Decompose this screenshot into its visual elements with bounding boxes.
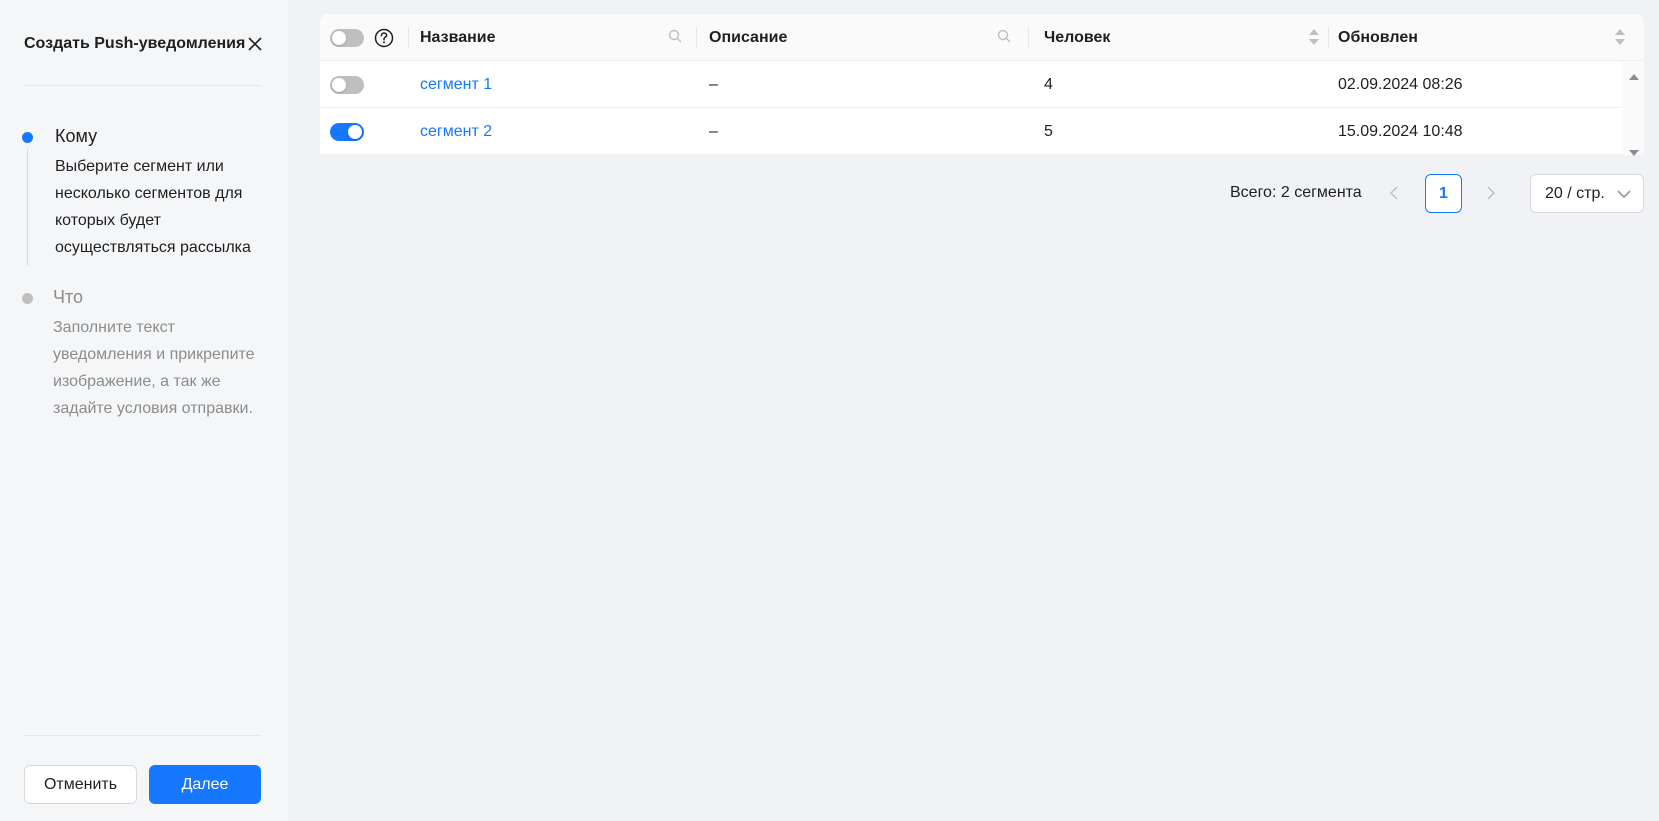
step-wait-dot-icon — [22, 293, 33, 304]
row-select-switch[interactable] — [330, 122, 364, 141]
table-row[interactable]: сегмент 2 – 5 15.09.2024 10:48 — [320, 108, 1644, 155]
row-select-cell — [330, 61, 364, 108]
table-scrollbar[interactable] — [1622, 61, 1644, 156]
column-header-description: Описание — [709, 14, 1019, 61]
column-label: Описание — [709, 28, 788, 46]
column-header-name: Название — [420, 14, 690, 61]
segments-table: Название Описание Человек Обновлен сегме… — [320, 14, 1644, 156]
next-page-icon[interactable] — [1481, 182, 1501, 204]
sort-icon[interactable] — [1614, 28, 1626, 51]
divider — [24, 85, 261, 86]
scroll-up-icon[interactable] — [1629, 67, 1639, 85]
chevron-down-icon — [1617, 187, 1631, 206]
segment-description: – — [709, 75, 718, 93]
page-number-button[interactable]: 1 — [1425, 174, 1462, 213]
select-all-switch[interactable] — [330, 28, 364, 47]
step-description: Заполните текст уведомления и прикрепите… — [53, 319, 255, 417]
segment-people-count: 5 — [1044, 122, 1053, 140]
sort-icon[interactable] — [1308, 28, 1320, 51]
column-label: Название — [420, 28, 496, 46]
segment-description: – — [709, 122, 718, 140]
segment-name-link[interactable]: сегмент 2 — [420, 108, 492, 155]
sidebar-header: Создать Push-уведомления — [24, 30, 264, 58]
scroll-down-icon[interactable] — [1629, 143, 1639, 161]
step-description: Выберите сегмент или несколько сегментов… — [55, 158, 251, 256]
step-connector — [27, 148, 28, 266]
segment-name-link[interactable]: сегмент 1 — [420, 61, 492, 108]
segment-people-count: 4 — [1044, 75, 1053, 93]
column-divider — [1028, 27, 1029, 49]
close-icon[interactable] — [246, 35, 264, 53]
prev-page-icon[interactable] — [1384, 182, 1404, 204]
sidebar-title: Создать Push-уведомления — [24, 35, 246, 52]
page-size-value: 20 / стр. — [1545, 184, 1605, 202]
step-title: Кому — [55, 126, 98, 146]
segment-updated: 02.09.2024 08:26 — [1338, 75, 1463, 93]
search-icon[interactable] — [668, 29, 682, 48]
table-row[interactable]: сегмент 1 – 4 02.09.2024 08:26 — [320, 61, 1644, 108]
segment-updated: 15.09.2024 10:48 — [1338, 122, 1463, 140]
page-size-select[interactable]: 20 / стр. — [1530, 174, 1644, 213]
step-active-dot-icon — [22, 132, 33, 143]
steps-sidebar: Создать Push-уведомления Кому Выберите с… — [0, 0, 290, 821]
column-divider — [1328, 27, 1329, 49]
select-all-cell — [330, 14, 394, 61]
column-divider — [408, 27, 409, 49]
column-header-updated[interactable]: Обновлен — [1338, 14, 1630, 61]
row-select-switch[interactable] — [330, 75, 364, 94]
column-divider — [696, 27, 697, 49]
row-select-cell — [330, 108, 364, 155]
search-icon[interactable] — [997, 29, 1011, 48]
pagination-total: Всего: 2 сегмента — [1230, 184, 1362, 201]
column-label: Обновлен — [1338, 28, 1418, 46]
table-header: Название Описание Человек Обновлен — [320, 14, 1644, 61]
divider — [24, 735, 261, 736]
help-icon[interactable] — [374, 28, 394, 48]
column-label: Человек — [1044, 28, 1111, 46]
column-header-people[interactable]: Человек — [1044, 14, 1324, 61]
cancel-button[interactable]: Отменить — [24, 765, 137, 804]
step-title: Что — [53, 287, 84, 307]
next-button[interactable]: Далее — [149, 765, 261, 804]
